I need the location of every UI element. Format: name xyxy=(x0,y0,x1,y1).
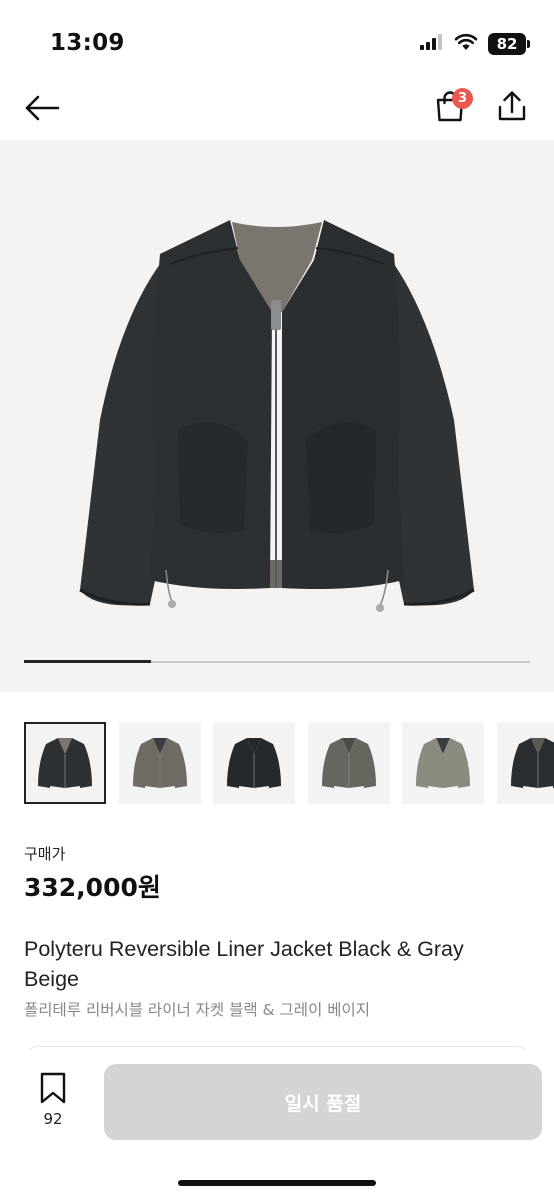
product-thumbnail[interactable] xyxy=(24,722,106,804)
thumbnail-image xyxy=(38,738,92,788)
product-thumbnail[interactable] xyxy=(213,722,295,804)
thumbnail-image xyxy=(321,738,376,788)
price-label: 구매가 xyxy=(24,845,66,863)
bookmark-button[interactable]: 92 xyxy=(28,1072,78,1132)
thumbnail-image xyxy=(227,738,281,788)
product-thumbnail[interactable] xyxy=(307,722,390,804)
sold-out-button[interactable]: 일시 품절 xyxy=(104,1064,542,1140)
home-indicator xyxy=(178,1180,376,1186)
product-image xyxy=(79,220,475,612)
battery-level: 82 xyxy=(496,35,518,53)
status-icons: 82 xyxy=(420,33,530,55)
price-value: 332,000원 xyxy=(24,873,161,902)
cart-count-badge: 3 xyxy=(452,88,473,109)
share-button[interactable] xyxy=(492,88,532,128)
product-thumbnail[interactable] xyxy=(402,722,484,804)
status-bar: 13:09 82 xyxy=(0,0,554,80)
wifi-icon xyxy=(454,33,478,55)
thumbnail-image xyxy=(416,738,470,788)
arrow-left-icon xyxy=(24,94,60,126)
product-thumbnail[interactable] xyxy=(496,722,554,804)
image-carousel-progress xyxy=(24,660,530,663)
image-carousel-progress-fill xyxy=(24,660,151,663)
battery-icon: 82 xyxy=(488,33,530,55)
cart-button[interactable]: 3 xyxy=(428,86,473,130)
signal-icon xyxy=(420,34,444,54)
back-button[interactable] xyxy=(22,90,62,130)
bookmark-count: 92 xyxy=(43,1110,63,1128)
top-nav-bar: 3 xyxy=(0,80,554,140)
thumbnail-strip[interactable] xyxy=(24,722,554,806)
thumbnail-image xyxy=(510,738,554,788)
bookmark-icon xyxy=(39,1072,67,1108)
product-image-carousel[interactable] xyxy=(0,140,554,692)
status-time: 13:09 xyxy=(50,30,125,56)
product-subtitle: 폴리테루 리버시블 라이너 자켓 블랙 & 그레이 베이지 xyxy=(24,1001,371,1019)
thumbnail-image xyxy=(132,738,187,788)
product-thumbnail[interactable] xyxy=(118,722,201,804)
product-title: Polyteru Reversible Liner Jacket Black &… xyxy=(24,937,464,991)
share-icon xyxy=(497,90,527,126)
